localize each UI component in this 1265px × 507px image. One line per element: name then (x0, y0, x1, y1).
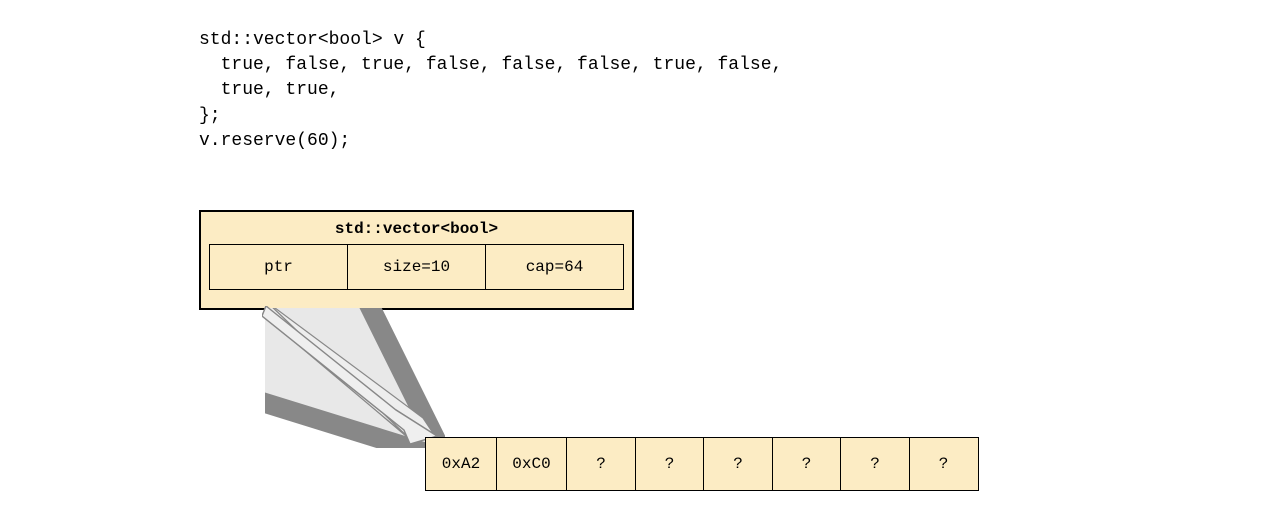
memory-cell-1: 0xC0 (496, 437, 568, 491)
pointer-arrow-clean (262, 306, 447, 448)
code-line-1: std::vector<bool> v { (199, 30, 426, 50)
code-block: std::vector<bool> v { true, false, true,… (199, 28, 782, 154)
vector-field-ptr: ptr (210, 245, 348, 289)
vector-fields: ptr size=10 cap=64 (209, 244, 624, 290)
pointer-arrow (265, 308, 445, 448)
memory-cell-3: ? (635, 437, 705, 491)
memory-row: 0xA2 0xC0 ? ? ? ? ? ? (425, 437, 979, 491)
vector-field-cap: cap=64 (486, 245, 623, 289)
vector-field-size: size=10 (348, 245, 486, 289)
memory-cell-2: ? (566, 437, 636, 491)
code-line-3: true, true, (199, 80, 339, 100)
memory-cell-4: ? (703, 437, 773, 491)
memory-cell-5: ? (772, 437, 842, 491)
memory-cell-0: 0xA2 (425, 437, 497, 491)
code-line-5: v.reserve(60); (199, 131, 350, 151)
memory-cell-6: ? (840, 437, 910, 491)
memory-cell-7: ? (909, 437, 979, 491)
vector-struct-box: std::vector<bool> ptr size=10 cap=64 (199, 210, 634, 310)
code-line-2: true, false, true, false, false, false, … (199, 55, 782, 75)
vector-title: std::vector<bool> (209, 220, 624, 238)
code-line-4: }; (199, 106, 221, 126)
